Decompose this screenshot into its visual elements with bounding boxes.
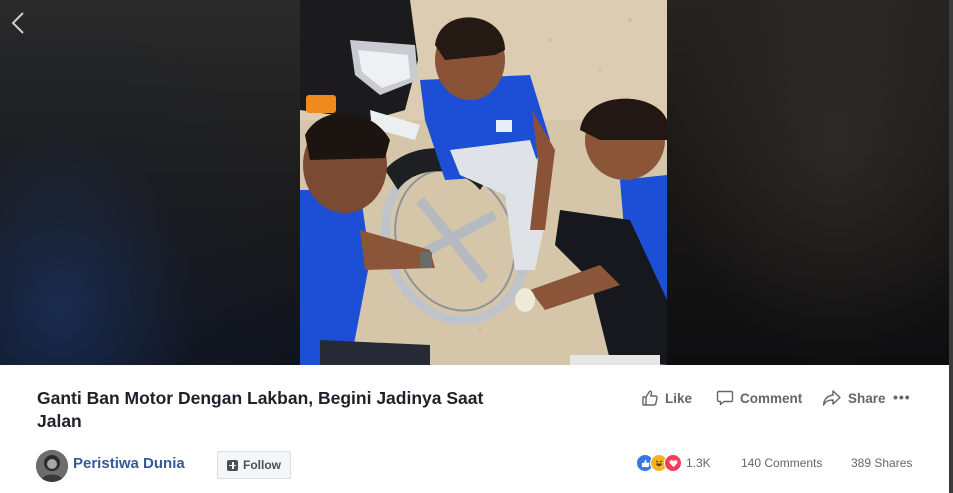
page-name-link[interactable]: Peristiwa Dunia — [73, 455, 185, 472]
share-arrow-icon — [822, 390, 841, 406]
love-reaction-icon — [664, 454, 682, 472]
reactions-summary[interactable]: 1.3K — [636, 454, 711, 472]
follow-button[interactable]: Follow — [217, 451, 291, 479]
share-button[interactable]: Share — [822, 389, 886, 407]
video-frame[interactable] — [300, 0, 667, 365]
plus-square-icon — [227, 459, 238, 471]
page-avatar[interactable] — [36, 450, 68, 482]
comments-count-link[interactable]: 140 Comments — [741, 456, 822, 470]
window-edge — [949, 0, 953, 493]
more-options-button[interactable]: ••• — [893, 389, 911, 405]
video-blur-right — [667, 0, 949, 365]
comment-label: Comment — [740, 390, 803, 406]
video-blur-left — [0, 0, 300, 365]
back-chevron-icon[interactable] — [8, 10, 28, 36]
video-title: Ganti Ban Motor Dengan Lakban, Begini Ja… — [37, 388, 484, 431]
follow-label: Follow — [243, 458, 281, 472]
like-label: Like — [665, 390, 693, 406]
share-label: Share — [848, 390, 886, 406]
thumbs-up-icon — [642, 390, 658, 406]
like-button[interactable]: Like — [641, 389, 692, 407]
reactions-count: 1.3K — [686, 456, 711, 470]
comment-button[interactable]: Comment — [716, 389, 802, 407]
shares-count-link[interactable]: 389 Shares — [851, 456, 912, 470]
speech-bubble-icon — [716, 390, 734, 406]
video-info-panel: Ganti Ban Motor Dengan Lakban, Begini Ja… — [0, 365, 949, 493]
video-still-image — [300, 0, 667, 365]
video-player[interactable] — [0, 0, 949, 365]
